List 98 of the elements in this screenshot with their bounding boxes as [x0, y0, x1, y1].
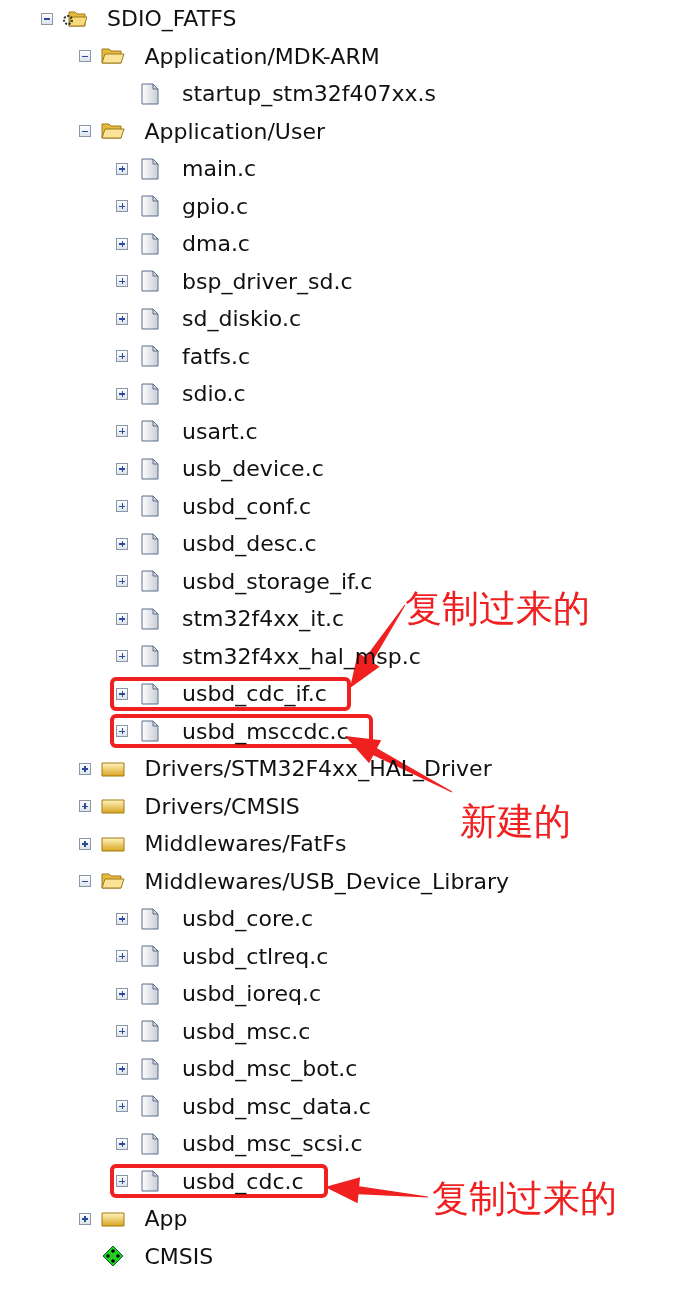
expand-box[interactable]	[116, 1062, 128, 1075]
file-icon	[141, 607, 159, 630]
file-icon	[141, 1132, 159, 1155]
file-icon	[141, 195, 159, 218]
file-icon	[141, 157, 159, 180]
file-icon	[141, 345, 159, 368]
file-icon	[141, 270, 159, 293]
file-icon	[141, 420, 159, 443]
file-icon	[141, 907, 159, 930]
expand-box[interactable]	[78, 1212, 91, 1225]
file-icon	[141, 495, 159, 518]
callout-label: 复制过来的	[405, 586, 590, 632]
expand-box[interactable]	[78, 837, 91, 850]
expand-box[interactable]	[116, 387, 128, 400]
group-name[interactable]: Application/MDK-ARM	[144, 43, 380, 69]
file-name[interactable]: usb_device.c	[182, 456, 324, 482]
file-name[interactable]: usbd_msc_bot.c	[182, 1056, 358, 1082]
project-name[interactable]: SDIO_FATFS	[107, 6, 237, 32]
expand-box[interactable]	[116, 162, 128, 175]
file-icon	[141, 720, 159, 743]
file-name[interactable]: startup_stm32f407xx.s	[182, 81, 436, 107]
expand-box[interactable]	[116, 312, 128, 325]
expand-box[interactable]	[116, 275, 128, 288]
open-folder-icon	[100, 46, 125, 67]
file-name[interactable]: bsp_driver_sd.c	[182, 268, 353, 294]
file-name[interactable]: usbd_msc_scsi.c	[182, 1131, 363, 1157]
expand-box[interactable]	[78, 762, 91, 775]
open-folder-icon	[100, 121, 125, 142]
expand-box[interactable]	[116, 987, 128, 1000]
file-icon	[141, 532, 159, 555]
file-name[interactable]: usbd_cdc_if.c	[182, 681, 327, 707]
file-name[interactable]: usbd_storage_if.c	[182, 568, 373, 594]
file-name[interactable]: usart.c	[182, 418, 258, 444]
expand-box[interactable]	[116, 1025, 128, 1038]
open-folder-icon	[100, 871, 125, 892]
file-icon	[141, 457, 159, 480]
collapse-box[interactable]	[78, 50, 91, 63]
expand-box[interactable]	[116, 1100, 128, 1113]
file-name[interactable]: sd_diskio.c	[182, 306, 301, 332]
file-name[interactable]: usbd_ctlreq.c	[182, 943, 329, 969]
file-name[interactable]: usbd_msccdc.c	[182, 718, 349, 744]
group-name[interactable]: App	[144, 1206, 188, 1232]
collapse-box[interactable]	[78, 125, 91, 138]
folder-icon	[100, 796, 125, 817]
collapse-box[interactable]	[41, 12, 53, 25]
file-name[interactable]: usbd_msc.c	[182, 1018, 311, 1044]
group-name[interactable]: Middlewares/USB_Device_Library	[144, 868, 509, 894]
expand-box[interactable]	[116, 687, 128, 700]
file-name[interactable]: usbd_desc.c	[182, 531, 317, 557]
file-name[interactable]: usbd_msc_data.c	[182, 1093, 371, 1119]
file-name[interactable]: main.c	[182, 156, 257, 182]
file-icon	[141, 1095, 159, 1118]
file-icon	[141, 382, 159, 405]
file-name[interactable]: sdio.c	[182, 381, 246, 407]
file-name[interactable]: usbd_core.c	[182, 906, 314, 932]
expand-box[interactable]	[116, 1175, 128, 1188]
file-icon	[141, 1020, 159, 1043]
collapse-box[interactable]	[78, 875, 91, 888]
group-name[interactable]: Application/User	[144, 118, 325, 144]
expand-box[interactable]	[116, 350, 128, 363]
file-name[interactable]: usbd_cdc.c	[182, 1168, 304, 1194]
expand-box[interactable]	[116, 612, 128, 625]
project-folder-icon	[63, 8, 87, 29]
callout-label: 新建的	[460, 799, 571, 845]
file-icon	[141, 982, 159, 1005]
group-name[interactable]: CMSIS	[144, 1243, 214, 1269]
file-name[interactable]: fatfs.c	[182, 343, 251, 369]
expand-box[interactable]	[116, 650, 128, 663]
file-icon	[141, 570, 159, 593]
expand-box[interactable]	[116, 1137, 128, 1150]
file-name[interactable]: usbd_conf.c	[182, 493, 312, 519]
expand-box[interactable]	[116, 950, 128, 963]
file-icon	[141, 82, 159, 105]
file-icon	[141, 1057, 159, 1080]
expand-box[interactable]	[116, 537, 128, 550]
expand-box[interactable]	[116, 200, 128, 213]
file-icon	[141, 1170, 159, 1193]
file-name[interactable]: stm32f4xx_it.c	[182, 606, 345, 632]
expand-box[interactable]	[116, 575, 128, 588]
expand-box[interactable]	[78, 800, 91, 813]
group-name[interactable]: Middlewares/FatFs	[144, 831, 347, 857]
expand-box[interactable]	[116, 725, 128, 738]
file-icon	[141, 645, 159, 668]
callout-label: 复制过来的	[432, 1176, 617, 1222]
expand-box[interactable]	[116, 912, 128, 925]
expand-box[interactable]	[116, 425, 128, 438]
expand-box[interactable]	[116, 462, 128, 475]
file-name[interactable]: dma.c	[182, 231, 250, 257]
file-icon	[141, 307, 159, 330]
group-name[interactable]: Drivers/CMSIS	[144, 793, 300, 819]
file-icon	[141, 682, 159, 705]
file-name[interactable]: usbd_ioreq.c	[182, 981, 322, 1007]
expand-box[interactable]	[116, 500, 128, 513]
file-name[interactable]: gpio.c	[182, 193, 249, 219]
component-icon	[101, 1245, 124, 1268]
file-icon	[141, 945, 159, 968]
file-icon	[141, 232, 159, 255]
expand-box[interactable]	[116, 237, 128, 250]
